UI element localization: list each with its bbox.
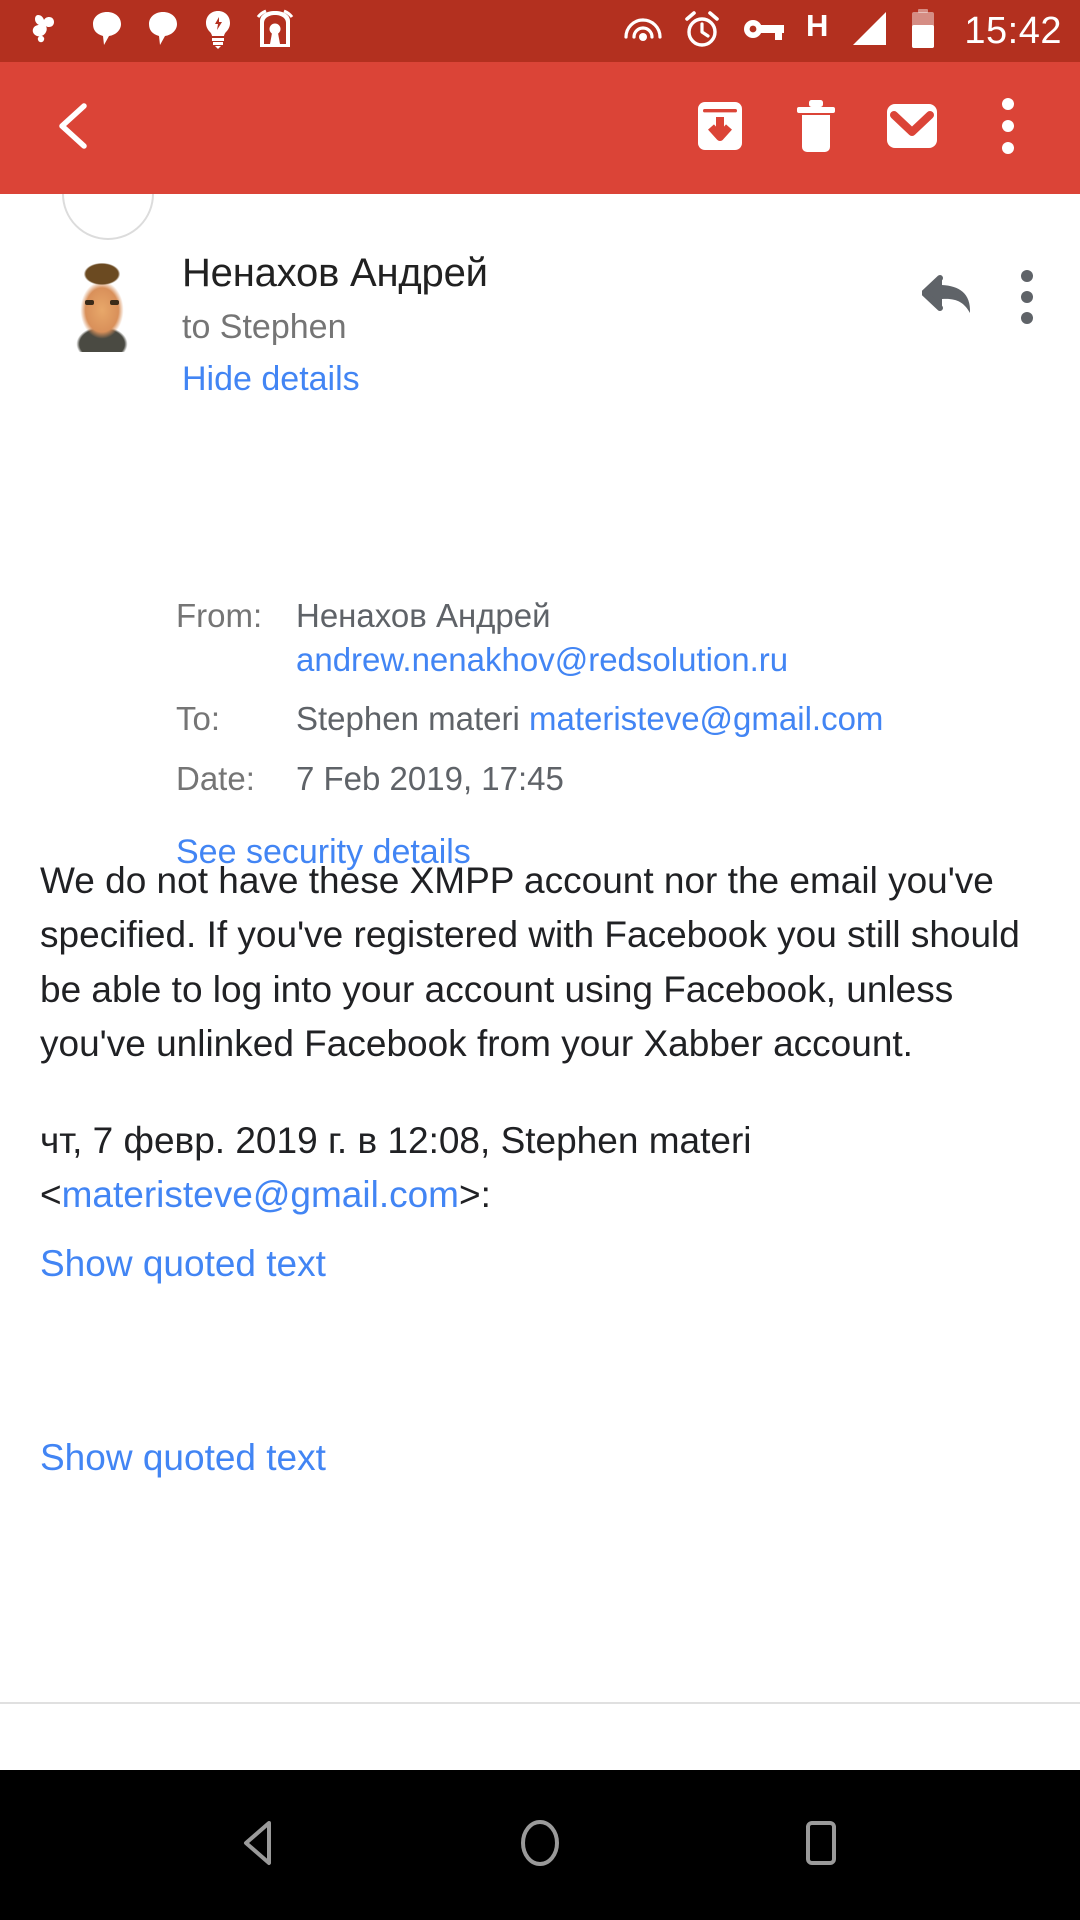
detail-row-from: From: Ненахов Андрей andrew.nenakhov@red…	[176, 594, 1056, 681]
status-bar-left-icons	[28, 9, 624, 54]
system-navigation-bar	[0, 1770, 1080, 1920]
mark-unread-button[interactable]	[864, 80, 960, 176]
recipient-summary: to Stephen	[182, 308, 347, 347]
arrow-back-icon	[44, 94, 108, 163]
from-email-link[interactable]: andrew.nenakhov@redsolution.ru	[296, 641, 788, 678]
nav-back-triangle-icon	[231, 1814, 289, 1877]
signal-cellular-icon	[848, 9, 890, 54]
avatar-eyes	[84, 300, 120, 306]
from-label: From:	[176, 597, 263, 634]
nav-back-button[interactable]	[200, 1785, 320, 1905]
quote-suffix: >:	[459, 1173, 491, 1215]
trash-icon	[790, 98, 842, 159]
avatar	[66, 260, 138, 352]
message-more-options-button[interactable]	[1004, 264, 1050, 334]
message-header: Ненахов Андрей to Stephen Hide details	[0, 250, 1080, 403]
nav-home-button[interactable]	[480, 1785, 600, 1905]
alarm-icon	[682, 9, 722, 54]
status-bar-clock: 15:42	[964, 10, 1062, 52]
mail-icon	[884, 100, 940, 157]
app-bar	[0, 62, 1080, 194]
overflow-menu-icon	[1020, 269, 1034, 330]
date-value: 7 Feb 2019, 17:45	[296, 759, 564, 797]
xabber-icon	[28, 9, 68, 54]
content-bottom-divider	[0, 1702, 1080, 1704]
app-notification-icon	[256, 9, 294, 54]
sender-name: Ненахов Андрей	[182, 251, 488, 295]
message-body: We do not have these XMPP account nor th…	[40, 854, 1050, 1222]
status-bar-right-icons: H 15:42	[624, 8, 1062, 55]
date-label: Date:	[176, 759, 255, 797]
to-label: To:	[176, 700, 221, 738]
overflow-menu-icon	[1000, 96, 1016, 161]
from-name: Ненахов Андрей	[296, 597, 551, 634]
network-hspa-icon: H	[806, 7, 829, 43]
nav-home-circle-icon	[511, 1814, 569, 1877]
back-button[interactable]	[44, 80, 124, 176]
reply-all-button[interactable]	[920, 264, 990, 334]
battery-icon	[910, 8, 936, 55]
lightbulb-icon	[202, 9, 234, 54]
previous-message-avatar-stub	[62, 194, 154, 240]
nav-recents-square-icon	[791, 1814, 849, 1877]
show-quoted-text-link-1[interactable]: Show quoted text	[40, 1238, 326, 1290]
delete-button[interactable]	[768, 80, 864, 176]
from-value: Ненахов Андрей andrew.nenakhov@redsoluti…	[296, 594, 788, 681]
body-paragraph: We do not have these XMPP account nor th…	[40, 860, 1020, 1065]
message-header-text: Ненахов Андрей to Stephen Hide details	[138, 250, 920, 403]
hide-details-link[interactable]: Hide details	[182, 357, 360, 403]
to-value: Stephen materi materisteve@gmail.com	[296, 697, 883, 741]
archive-button[interactable]	[672, 80, 768, 176]
quote-email-link[interactable]: materisteve@gmail.com	[62, 1174, 459, 1215]
vpn-key-icon	[742, 14, 786, 49]
message-header-actions	[920, 250, 1050, 334]
detail-row-date: Date: 7 Feb 2019, 17:45	[176, 757, 1056, 801]
archive-icon	[692, 98, 748, 159]
detail-row-to: To: Stephen materi materisteve@gmail.com	[176, 697, 1056, 741]
show-quoted-text-link-2[interactable]: Show quoted text	[40, 1432, 326, 1484]
message-details: From: Ненахов Андрей andrew.nenakhov@red…	[176, 594, 1056, 875]
to-email-link[interactable]: materisteve@gmail.com	[529, 700, 883, 737]
to-name: Stephen materi	[296, 700, 520, 738]
more-options-button[interactable]	[960, 80, 1056, 176]
chat-bubble-icon	[90, 9, 124, 54]
nav-recents-button[interactable]	[760, 1785, 880, 1905]
message-content-area: Ненахов Андрей to Stephen Hide details F…	[0, 194, 1080, 1724]
reply-all-icon	[921, 272, 988, 327]
quote-attribution-line: чт, 7 февр. 2019 г. в 12:08, Stephen mat…	[40, 1114, 1050, 1223]
chat-bubble-icon	[146, 9, 180, 54]
avatar-portrait-image	[66, 260, 138, 352]
cast-icon	[624, 10, 662, 53]
status-bar: H 15:42	[0, 0, 1080, 62]
